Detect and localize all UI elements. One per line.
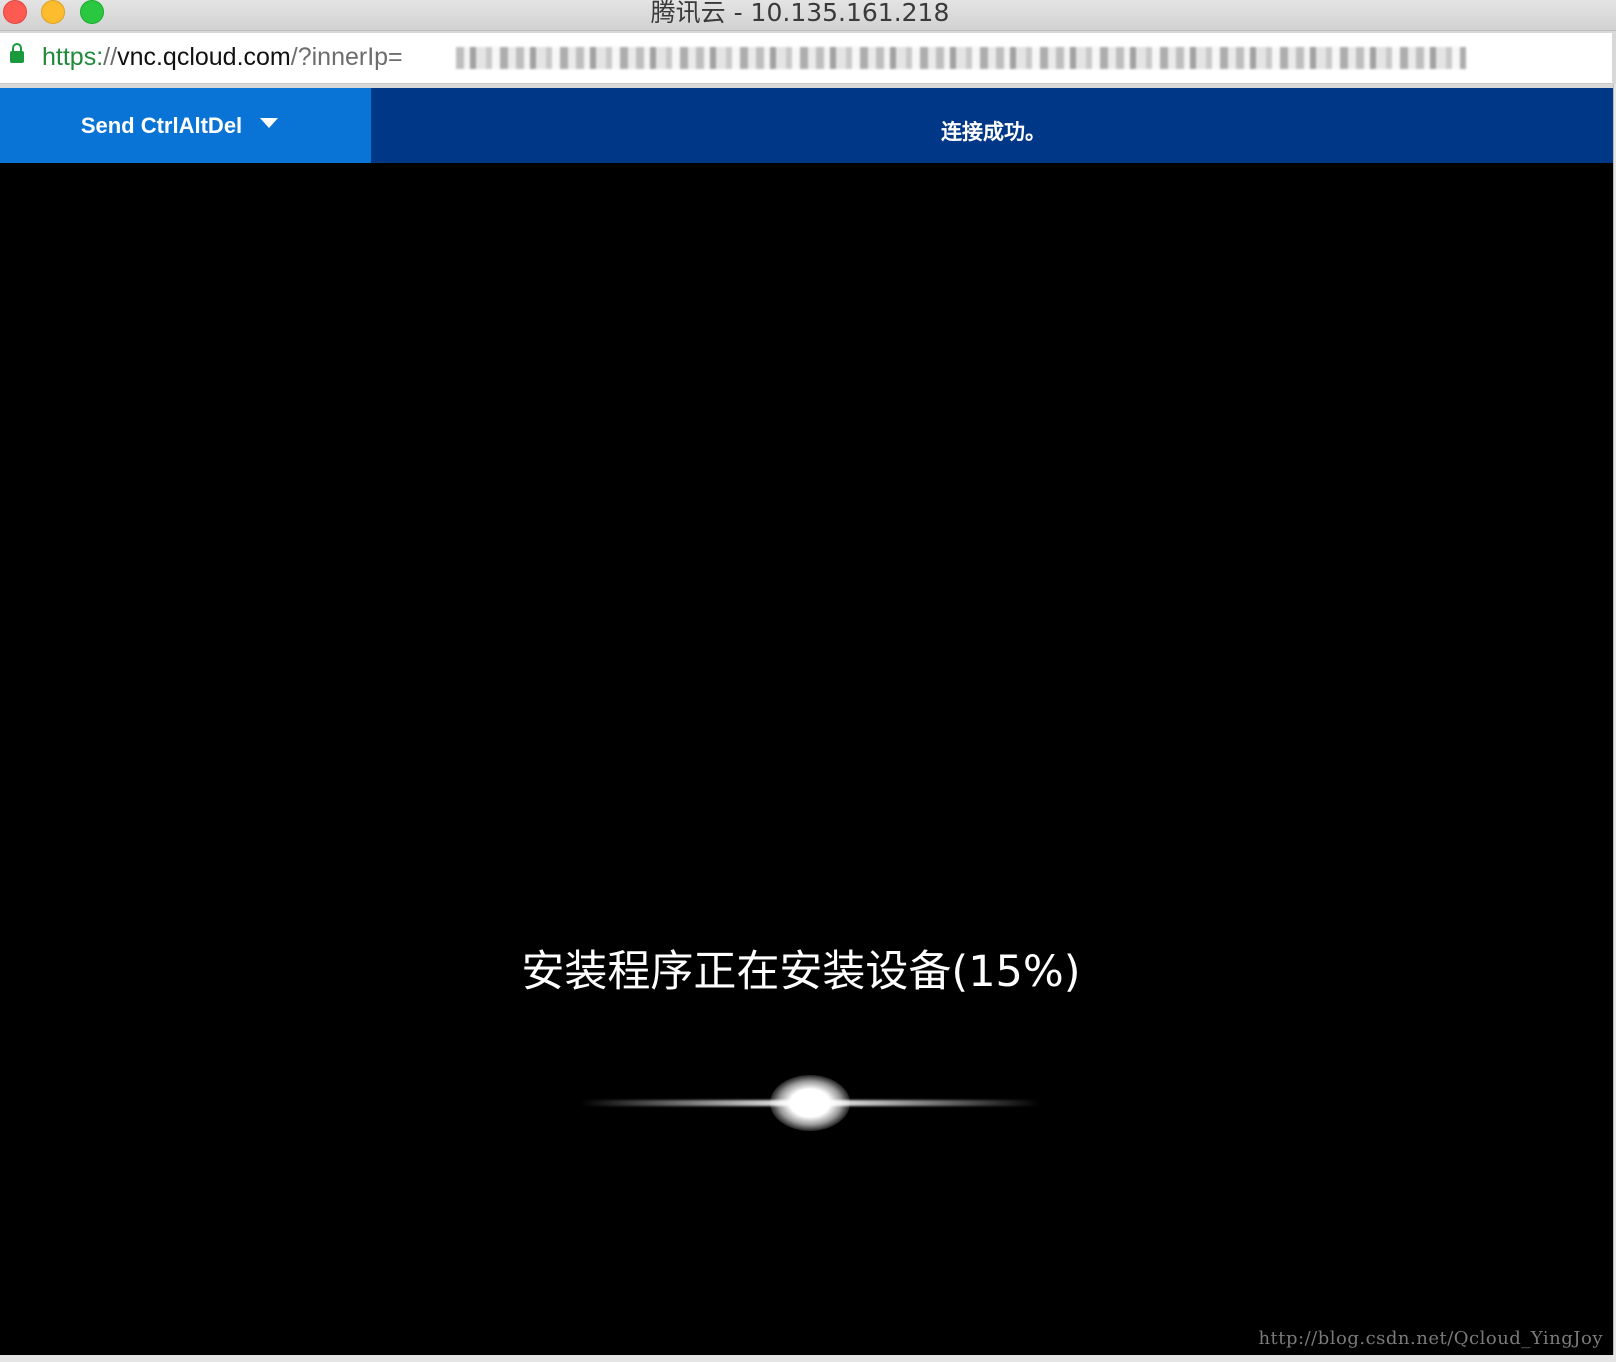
window-right-edge: [1613, 84, 1616, 1362]
url-redacted-query: [456, 47, 1466, 69]
send-ctrlaltdel-label: Send CtrlAltDel: [80, 112, 243, 138]
install-progress-glow: [580, 1063, 1040, 1143]
install-status-text: 安装程序正在安装设备(15%): [521, 947, 1081, 997]
caret-down-icon: [260, 117, 279, 128]
watermark: http://blog.csdn.net/Qcloud_YingJoy: [1258, 1328, 1603, 1349]
connection-status: 连接成功。: [941, 120, 1046, 144]
browser-window: 腾讯云 - 10.135.161.218 https://vnc.qcloud.…: [0, 0, 1616, 1362]
glow-core: [770, 1075, 850, 1131]
url-path: /?innerIp=: [290, 43, 403, 71]
send-ctrlaltdel-button[interactable]: Send CtrlAltDel: [0, 88, 371, 163]
lock-icon: [10, 43, 24, 63]
url-text[interactable]: https://vnc.qcloud.com/?innerIp=: [42, 41, 403, 73]
title-bar: 腾讯云 - 10.135.161.218: [0, 0, 1616, 31]
url-host: vnc.qcloud.com: [117, 43, 291, 71]
window-bottom-edge: [0, 1355, 1616, 1362]
vnc-toolbar: Send CtrlAltDel 连接成功。: [0, 88, 1616, 163]
remote-screen[interactable]: 安装程序正在安装设备(15%) http://blog.csdn.net/Qcl…: [0, 163, 1613, 1355]
url-scheme: https:: [42, 43, 104, 71]
url-separator: //: [103, 43, 118, 71]
address-bar[interactable]: https://vnc.qcloud.com/?innerIp=: [0, 33, 1612, 84]
window-title: 腾讯云 - 10.135.161.218: [650, 0, 950, 27]
